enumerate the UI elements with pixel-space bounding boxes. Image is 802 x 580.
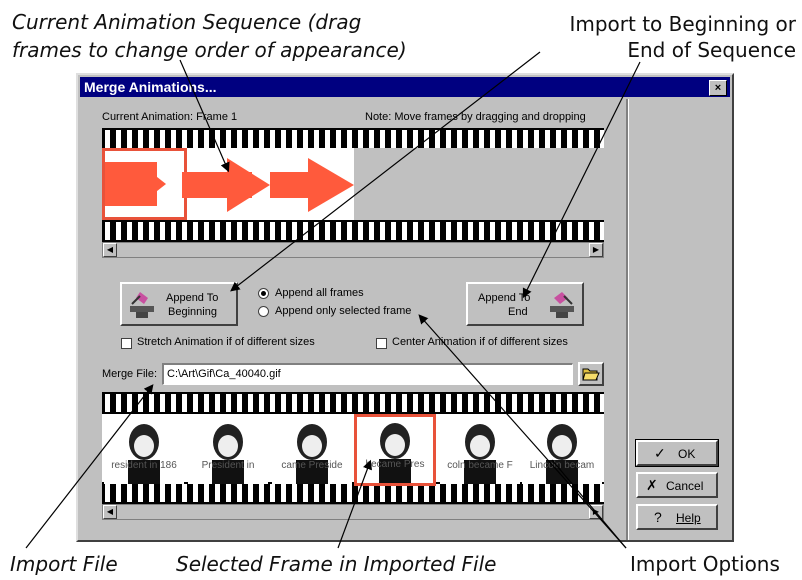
callout-current-sequence: Current Animation Sequence (drag frames …	[12, 10, 407, 62]
portrait-image	[379, 423, 411, 483]
filmstrip-perforations-top	[102, 130, 604, 148]
append-end-line2: End	[508, 306, 528, 318]
ok-label: OK	[678, 447, 696, 461]
frame-2[interactable]	[182, 158, 270, 212]
portrait-image	[546, 424, 578, 484]
callout-import-options: Import Options	[630, 552, 780, 576]
callout-import-to: Import to Beginning or End of Sequence	[569, 12, 796, 62]
portrait-image	[464, 424, 496, 484]
radio-append-selected[interactable]	[258, 306, 269, 317]
scroll-left-button[interactable]: ◀	[103, 505, 117, 519]
arrow-frames-svg	[102, 148, 354, 220]
scroll-right-button[interactable]: ▶	[589, 505, 603, 519]
current-animation-label: Current Animation: Frame 1	[102, 111, 238, 123]
imported-frame-4-selected[interactable]: became Pres	[354, 414, 436, 486]
callout-selected-frame: Selected Frame in Imported File	[176, 552, 497, 576]
filmstrip-perforations-top	[102, 394, 604, 412]
portrait-image	[212, 424, 244, 484]
check-icon: ✓	[654, 445, 666, 461]
x-icon: ✗	[646, 477, 658, 493]
close-button[interactable]: ×	[709, 80, 727, 96]
radio-append-all[interactable]	[258, 288, 269, 299]
anvil-icon	[130, 292, 154, 318]
frame-caption: came Preside	[281, 460, 343, 471]
center-label: Center Animation if of different sizes	[392, 336, 568, 348]
append-beginning-line2: Beginning	[168, 306, 217, 318]
callout-current-sequence-line1: Current Animation Sequence (drag	[12, 10, 362, 34]
append-to-end-button[interactable]: Append To End	[466, 282, 584, 326]
frame-1[interactable]	[102, 148, 187, 220]
frame-3[interactable]	[270, 158, 354, 212]
dialog-title: Merge Animations...	[84, 79, 217, 95]
callout-import-to-line2: End of Sequence	[627, 38, 796, 62]
filmstrip-perforations-bottom	[102, 222, 604, 240]
browse-button[interactable]	[578, 362, 604, 386]
frame-caption: became Pres	[365, 459, 425, 470]
imported-frame-5[interactable]: coln became F	[440, 420, 520, 484]
append-end-line1: Append To	[478, 292, 531, 304]
folder-open-icon	[582, 368, 600, 381]
help-button[interactable]: ? Help	[636, 504, 718, 530]
frame-caption: President in	[201, 460, 255, 471]
imported-frame-6[interactable]: Lincoln becam	[522, 420, 602, 484]
help-label: Help	[676, 511, 701, 525]
ok-button[interactable]: ✓ OK	[635, 439, 719, 467]
imported-frame-1[interactable]: resident in 186	[104, 420, 184, 484]
right-panel	[626, 99, 629, 540]
frame-caption: resident in 186	[111, 460, 177, 471]
callout-current-sequence-line2: frames to change order of appearance)	[12, 38, 407, 62]
stretch-label: Stretch Animation if of different sizes	[137, 336, 315, 348]
filmstrip-perforations-bottom	[102, 484, 604, 502]
anvil-icon	[550, 292, 574, 318]
portrait-image	[128, 424, 160, 484]
radio-append-all-label: Append all frames	[275, 287, 364, 299]
title-bar: Merge Animations... ×	[80, 77, 730, 97]
question-icon: ?	[654, 509, 662, 525]
bottom-scrollbar[interactable]: ◀ ▶	[102, 504, 604, 520]
center-checkbox[interactable]	[376, 338, 387, 349]
sequence-frames-area	[102, 148, 604, 220]
scroll-right-button[interactable]: ▶	[589, 243, 603, 257]
cancel-button[interactable]: ✗ Cancel	[636, 472, 718, 498]
imported-frame-3[interactable]: came Preside	[272, 420, 352, 484]
imported-frame-2[interactable]: President in	[188, 420, 268, 484]
callout-import-to-line1: Import to Beginning or	[569, 12, 796, 36]
append-beginning-line1: Append To	[166, 292, 219, 304]
close-icon: ×	[714, 82, 722, 94]
note-label: Note: Move frames by dragging and droppi…	[365, 111, 586, 123]
frame-caption: Lincoln becam	[529, 460, 595, 471]
current-sequence-filmstrip[interactable]	[102, 128, 604, 242]
stretch-checkbox[interactable]	[121, 338, 132, 349]
top-scrollbar[interactable]: ◀ ▶	[102, 242, 604, 258]
cancel-label: Cancel	[666, 479, 704, 493]
scroll-left-button[interactable]: ◀	[103, 243, 117, 257]
portrait-image	[296, 424, 328, 484]
frame-caption: coln became F	[447, 460, 513, 471]
merge-file-label: Merge File:	[102, 368, 158, 380]
radio-append-selected-label: Append only selected frame	[275, 305, 412, 317]
callout-import-file: Import File	[10, 552, 118, 576]
merge-file-input[interactable]: C:\Art\Gif\Ca_40040.gif	[162, 363, 573, 385]
append-to-beginning-button[interactable]: Append To Beginning	[120, 282, 238, 326]
